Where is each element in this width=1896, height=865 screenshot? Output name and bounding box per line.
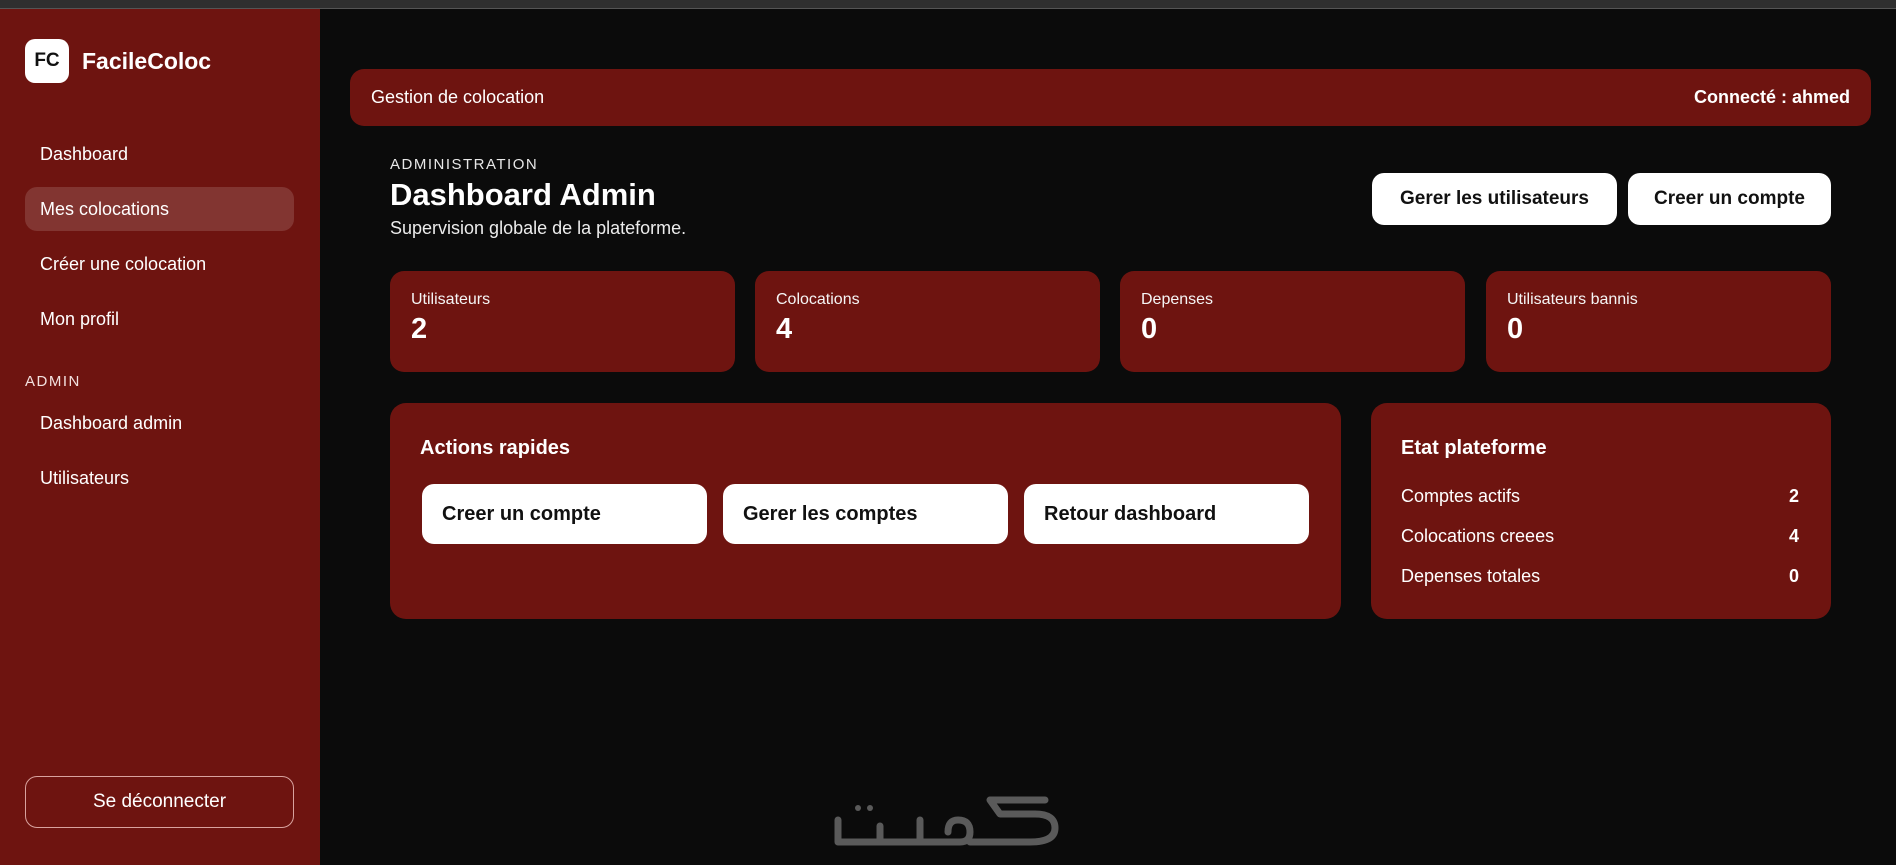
stat-label: Colocations bbox=[776, 291, 860, 308]
state-label: Comptes actifs bbox=[1401, 486, 1521, 506]
header-title: Gestion de colocation bbox=[371, 87, 545, 107]
sidebar: FC FacileColoc Dashboard Mes colocations… bbox=[0, 9, 320, 865]
stat-card-expenses: Depenses 0 bbox=[1120, 271, 1465, 372]
state-label: Depenses totales bbox=[1401, 566, 1541, 586]
stat-value: 0 bbox=[1507, 313, 1524, 345]
sidebar-item-label: Dashboard bbox=[40, 143, 129, 164]
page-eyebrow: ADMINISTRATION bbox=[390, 156, 539, 173]
manage-users-button[interactable]: Gerer les utilisateurs bbox=[1372, 173, 1617, 225]
page-subtitle: Supervision globale de la plateforme. bbox=[390, 218, 687, 238]
connected-user: Connecté : ahmed bbox=[1693, 87, 1850, 107]
platform-state-panel: Etat plateforme Comptes actifs 2 Colocat… bbox=[1371, 403, 1831, 619]
sidebar-item-label: Utilisateurs bbox=[40, 467, 130, 488]
platform-state-title: Etat plateforme bbox=[1401, 437, 1547, 459]
stat-card-colocations: Colocations 4 bbox=[755, 271, 1100, 372]
quick-back-dashboard-button[interactable]: Retour dashboard bbox=[1024, 484, 1309, 544]
sidebar-item-utilisateurs[interactable]: Utilisateurs bbox=[25, 456, 294, 500]
state-row-colocations-created: Colocations creees 4 bbox=[1401, 526, 1799, 547]
sidebar-item-dashboard[interactable]: Dashboard bbox=[25, 132, 294, 176]
watermark-logo bbox=[834, 796, 1059, 846]
brand[interactable]: FC FacileColoc bbox=[25, 39, 211, 83]
create-account-button[interactable]: Creer un compte bbox=[1628, 173, 1831, 225]
sidebar-section-admin-label: ADMIN bbox=[25, 373, 81, 390]
state-label: Colocations creees bbox=[1401, 526, 1555, 546]
state-row-total-expenses: Depenses totales 0 bbox=[1401, 566, 1799, 587]
stat-value: 0 bbox=[1141, 313, 1158, 345]
state-row-active-accounts: Comptes actifs 2 bbox=[1401, 486, 1799, 507]
top-header: Gestion de colocation Connecté : ahmed bbox=[350, 69, 1871, 126]
logout-button[interactable]: Se déconnecter bbox=[25, 776, 294, 828]
state-value: 2 bbox=[1788, 486, 1799, 506]
sidebar-item-dashboard-admin[interactable]: Dashboard admin bbox=[25, 401, 294, 445]
quick-actions-panel: Actions rapides Creer un compte Gerer le… bbox=[390, 403, 1341, 619]
quick-actions-title: Actions rapides bbox=[420, 437, 571, 459]
page-title: Dashboard Admin bbox=[390, 177, 656, 212]
state-value: 0 bbox=[1788, 566, 1799, 586]
stat-card-banned-users: Utilisateurs bannis 0 bbox=[1486, 271, 1831, 372]
sidebar-item-label: Mon profil bbox=[40, 308, 120, 329]
stat-value: 2 bbox=[411, 313, 428, 345]
sidebar-item-mes-colocations[interactable]: Mes colocations bbox=[25, 187, 294, 231]
stat-value: 4 bbox=[776, 313, 793, 345]
quick-create-account-button[interactable]: Creer un compte bbox=[422, 484, 707, 544]
sidebar-item-label: Créer une colocation bbox=[40, 253, 207, 274]
stat-label: Utilisateurs bbox=[411, 291, 491, 308]
sidebar-item-label: Mes colocations bbox=[40, 198, 170, 219]
stat-card-users: Utilisateurs 2 bbox=[390, 271, 735, 372]
state-value: 4 bbox=[1788, 526, 1799, 546]
browser-top-strip bbox=[0, 0, 1896, 9]
brand-name: FacileColoc bbox=[82, 47, 212, 74]
stat-label: Depenses bbox=[1141, 291, 1214, 308]
sidebar-item-label: Dashboard admin bbox=[40, 412, 183, 433]
quick-manage-accounts-button[interactable]: Gerer les comptes bbox=[723, 484, 1008, 544]
sidebar-item-mon-profil[interactable]: Mon profil bbox=[25, 297, 294, 341]
brand-logo: FC bbox=[25, 39, 69, 83]
stat-label: Utilisateurs bannis bbox=[1507, 291, 1638, 308]
sidebar-item-creer-colocation[interactable]: Créer une colocation bbox=[25, 242, 294, 286]
